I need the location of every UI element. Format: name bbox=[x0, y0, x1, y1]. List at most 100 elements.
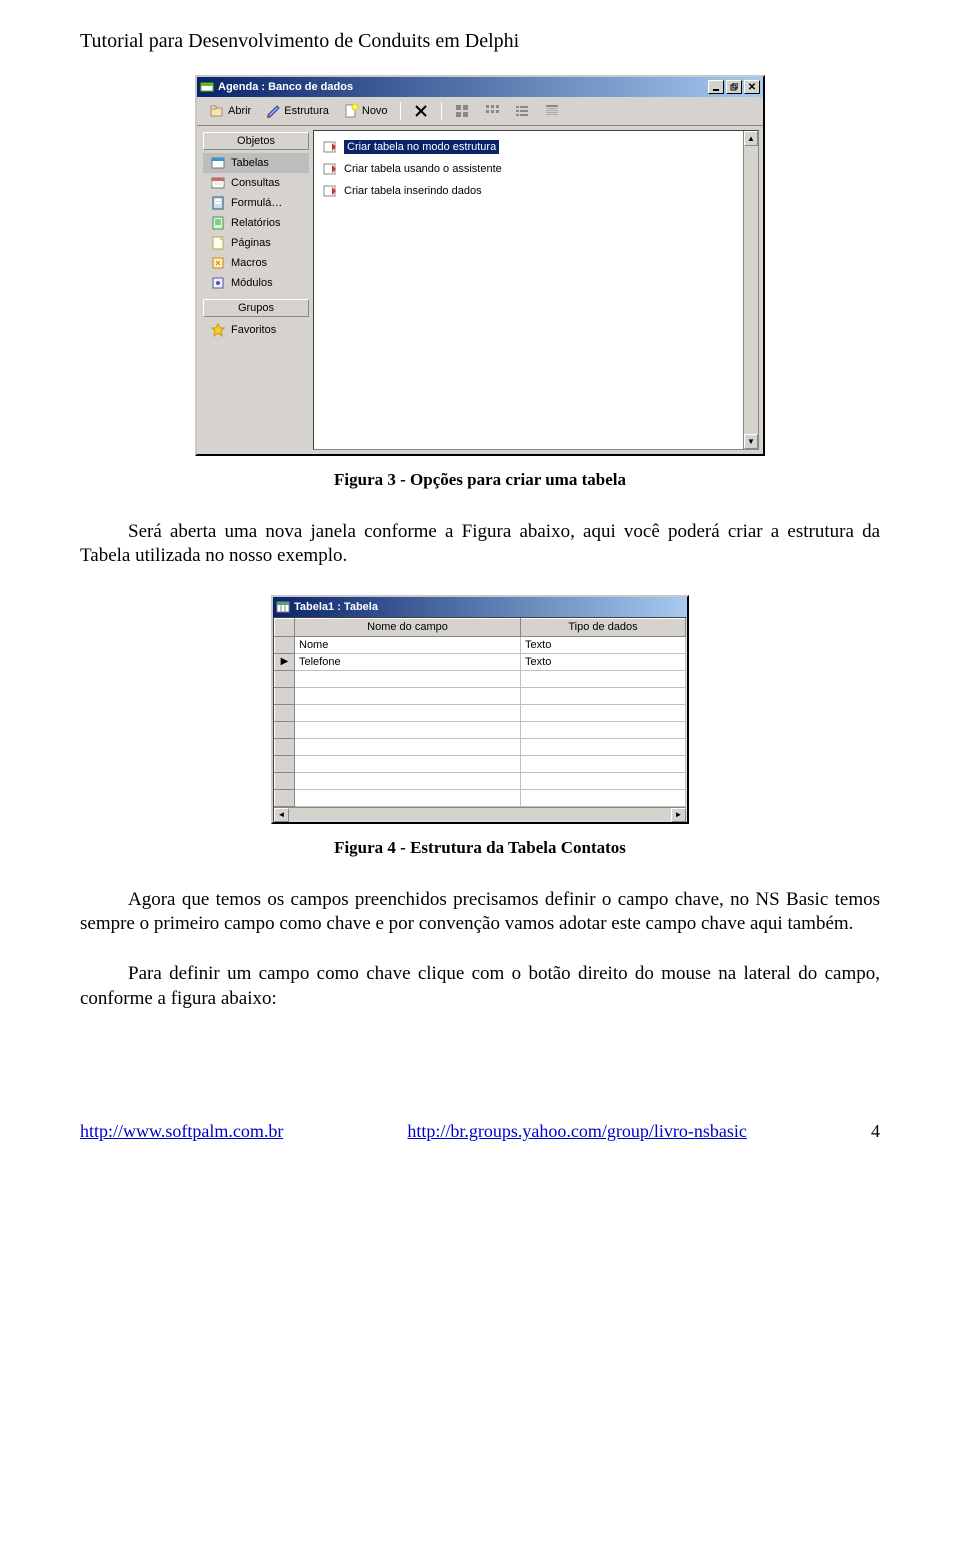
field-name-cell[interactable] bbox=[295, 789, 521, 806]
app-icon bbox=[200, 80, 214, 94]
sidebar-item-label: Relatórios bbox=[231, 217, 281, 229]
restore-button[interactable] bbox=[726, 80, 742, 94]
field-type-cell[interactable] bbox=[521, 687, 686, 704]
open-button[interactable]: Abrir bbox=[203, 100, 257, 122]
view-small-button[interactable] bbox=[478, 100, 506, 122]
table-row[interactable]: NomeTexto bbox=[275, 636, 686, 653]
sidebar-item-consultas[interactable]: Consultas bbox=[203, 173, 309, 193]
row-selector[interactable] bbox=[275, 636, 295, 653]
table-row[interactable] bbox=[275, 670, 686, 687]
field-type-cell[interactable]: Texto bbox=[521, 636, 686, 653]
table-icon bbox=[211, 156, 225, 170]
sidebar-item-formul[interactable]: Formulá… bbox=[203, 193, 309, 213]
field-name-cell[interactable]: Nome bbox=[295, 636, 521, 653]
footer-link-1[interactable]: http://www.softpalm.com.br bbox=[80, 1121, 283, 1142]
table-row[interactable] bbox=[275, 704, 686, 721]
scroll-up-button[interactable]: ▲ bbox=[744, 131, 758, 146]
row-selector[interactable] bbox=[275, 721, 295, 738]
create-option-1[interactable]: Criar tabela usando o assistente bbox=[318, 159, 754, 179]
table-row[interactable] bbox=[275, 721, 686, 738]
field-name-cell[interactable] bbox=[295, 772, 521, 789]
sidebar: Objetos Tabelas Consultas Formulá… Relatóri… bbox=[197, 126, 313, 454]
create-option-2[interactable]: Criar tabela inserindo dados bbox=[318, 181, 754, 201]
minimize-button[interactable] bbox=[708, 80, 724, 94]
view-list-button[interactable] bbox=[508, 100, 536, 122]
field-type-cell[interactable] bbox=[521, 789, 686, 806]
table-row[interactable] bbox=[275, 772, 686, 789]
field-type-cell[interactable] bbox=[521, 738, 686, 755]
titlebar[interactable]: Tabela1 : Tabela bbox=[273, 597, 687, 617]
window-title: Tabela1 : Tabela bbox=[294, 601, 378, 613]
table-row[interactable] bbox=[275, 738, 686, 755]
row-selector[interactable] bbox=[275, 772, 295, 789]
create-option-0[interactable]: Criar tabela no modo estrutura bbox=[318, 137, 754, 157]
vertical-scrollbar[interactable]: ▲ ▼ bbox=[743, 131, 758, 449]
close-button[interactable]: ✕ bbox=[744, 80, 760, 94]
content-pane: Criar tabela no modo estrutura Criar tabe… bbox=[313, 130, 759, 450]
table-row[interactable] bbox=[275, 687, 686, 704]
sidebar-item-label: Formulá… bbox=[231, 197, 282, 209]
field-name-cell[interactable] bbox=[295, 670, 521, 687]
horizontal-scrollbar[interactable]: ◄ ► bbox=[274, 807, 686, 821]
field-type-cell[interactable]: Texto bbox=[521, 653, 686, 670]
scroll-right-button[interactable]: ► bbox=[671, 808, 686, 822]
scroll-left-button[interactable]: ◄ bbox=[274, 808, 289, 822]
view-large-button[interactable] bbox=[448, 100, 476, 122]
separator bbox=[400, 102, 401, 120]
sidebar-item-pginas[interactable]: Páginas bbox=[203, 233, 309, 253]
new-button[interactable]: Novo bbox=[337, 100, 394, 122]
design-button[interactable]: Estrutura bbox=[259, 100, 335, 122]
delete-button[interactable] bbox=[407, 100, 435, 122]
query-icon bbox=[211, 176, 225, 190]
table-row[interactable] bbox=[275, 789, 686, 806]
field-type-cell[interactable] bbox=[521, 772, 686, 789]
group-header-objetos[interactable]: Objetos bbox=[203, 132, 309, 150]
open-label: Abrir bbox=[228, 105, 251, 117]
titlebar[interactable]: Agenda : Banco de dados ✕ bbox=[197, 77, 763, 97]
table-row[interactable]: ▶TelefoneTexto bbox=[275, 653, 686, 670]
field-type-cell[interactable] bbox=[521, 755, 686, 772]
row-selector[interactable]: ▶ bbox=[275, 653, 295, 670]
sidebar-item-label: Tabelas bbox=[231, 157, 269, 169]
separator bbox=[441, 102, 442, 120]
scroll-down-button[interactable]: ▼ bbox=[744, 434, 758, 449]
option-label: Criar tabela no modo estrutura bbox=[344, 140, 499, 154]
field-name-cell[interactable] bbox=[295, 687, 521, 704]
field-name-cell[interactable] bbox=[295, 755, 521, 772]
row-selector[interactable] bbox=[275, 755, 295, 772]
group-header-grupos[interactable]: Grupos bbox=[203, 299, 309, 317]
module-icon bbox=[211, 276, 225, 290]
sidebar-item-macros[interactable]: Macros bbox=[203, 253, 309, 273]
row-selector[interactable] bbox=[275, 670, 295, 687]
figure-4-caption: Figura 4 - Estrutura da Tabela Contatos bbox=[80, 838, 880, 858]
option-label: Criar tabela inserindo dados bbox=[344, 185, 482, 197]
sidebar-item-tabelas[interactable]: Tabelas bbox=[203, 153, 309, 173]
field-name-cell[interactable] bbox=[295, 721, 521, 738]
field-type-cell[interactable] bbox=[521, 721, 686, 738]
row-selector[interactable] bbox=[275, 738, 295, 755]
new-icon bbox=[343, 103, 359, 119]
sidebar-item-mdulos[interactable]: Módulos bbox=[203, 273, 309, 293]
row-selector[interactable] bbox=[275, 789, 295, 806]
field-name-cell[interactable] bbox=[295, 738, 521, 755]
footer-link-2[interactable]: http://br.groups.yahoo.com/group/livro-n… bbox=[407, 1121, 746, 1142]
field-type-cell[interactable] bbox=[521, 670, 686, 687]
table-row[interactable] bbox=[275, 755, 686, 772]
sidebar-item-label: Favoritos bbox=[231, 324, 276, 336]
sidebar-item-favoritos[interactable]: Favoritos bbox=[203, 320, 309, 340]
list-icon bbox=[514, 103, 530, 119]
column-header-type[interactable]: Tipo de dados bbox=[521, 618, 686, 636]
column-header-name[interactable]: Nome do campo bbox=[295, 618, 521, 636]
field-name-cell[interactable]: Telefone bbox=[295, 653, 521, 670]
field-name-cell[interactable] bbox=[295, 704, 521, 721]
sidebar-item-label: Macros bbox=[231, 257, 267, 269]
view-details-button[interactable] bbox=[538, 100, 566, 122]
row-selector[interactable] bbox=[275, 704, 295, 721]
page-footer: http://www.softpalm.com.br http://br.gro… bbox=[80, 1121, 880, 1142]
sidebar-item-relatrios[interactable]: Relatórios bbox=[203, 213, 309, 233]
field-type-cell[interactable] bbox=[521, 704, 686, 721]
design-grid[interactable]: Nome do campo Tipo de dados NomeTexto▶Te… bbox=[274, 618, 686, 807]
paragraph-2: Agora que temos os campos preenchidos pr… bbox=[80, 888, 880, 937]
row-selector[interactable] bbox=[275, 687, 295, 704]
sidebar-item-label: Módulos bbox=[231, 277, 273, 289]
